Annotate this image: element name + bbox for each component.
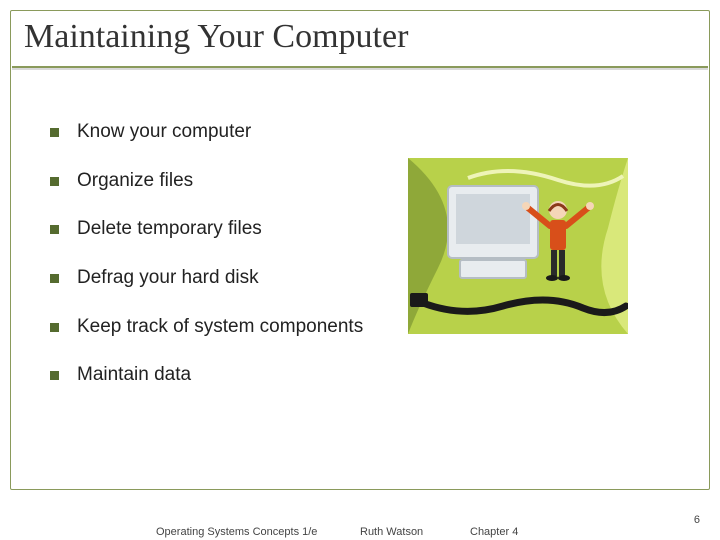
list-item: Keep track of system components	[50, 315, 370, 340]
list-item: Delete temporary files	[50, 217, 370, 242]
title-underline	[12, 66, 708, 68]
computer-clipart-icon	[408, 158, 628, 334]
bullet-text: Keep track of system components	[77, 315, 363, 340]
bullet-text: Delete temporary files	[77, 217, 262, 242]
bullet-text: Maintain data	[77, 363, 191, 388]
bullet-text: Know your computer	[77, 120, 251, 145]
slide-title: Maintaining Your Computer	[24, 18, 408, 56]
list-item: Defrag your hard disk	[50, 266, 370, 291]
list-item: Maintain data	[50, 363, 370, 388]
footer-author: Ruth Watson	[360, 526, 423, 538]
list-item: Know your computer	[50, 120, 370, 145]
bullet-list: Know your computer Organize files Delete…	[50, 120, 370, 412]
bullet-text: Organize files	[77, 169, 193, 194]
square-bullet-icon	[50, 177, 59, 186]
list-item: Organize files	[50, 169, 370, 194]
bullet-text: Defrag your hard disk	[77, 266, 259, 291]
footer-book: Operating Systems Concepts 1/e	[156, 526, 317, 538]
square-bullet-icon	[50, 274, 59, 283]
page-number: 6	[694, 514, 700, 526]
square-bullet-icon	[50, 323, 59, 332]
square-bullet-icon	[50, 371, 59, 380]
square-bullet-icon	[50, 128, 59, 137]
footer-chapter: Chapter 4	[470, 526, 518, 538]
square-bullet-icon	[50, 225, 59, 234]
